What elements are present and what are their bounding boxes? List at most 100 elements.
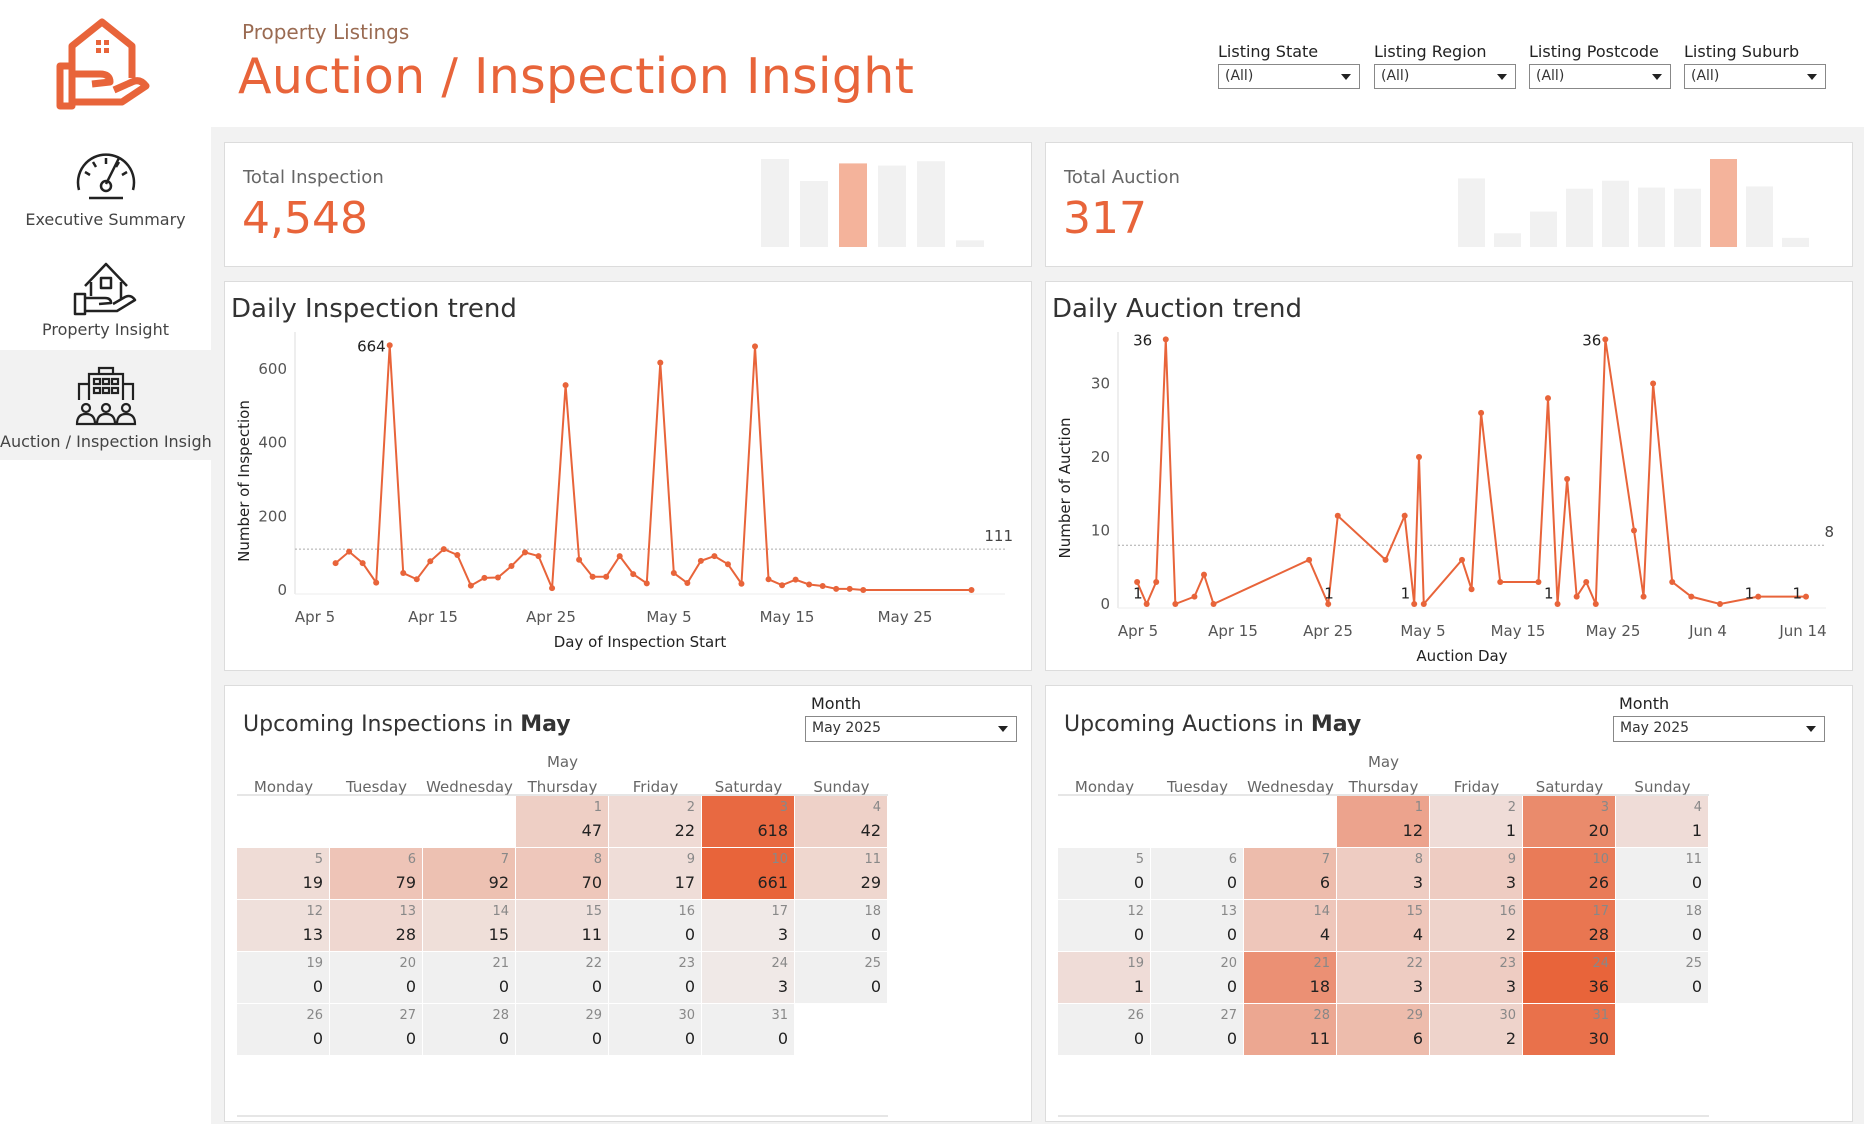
data-point[interactable]: [765, 576, 772, 583]
sparkline-bar: [1566, 188, 1593, 247]
data-point[interactable]: [1631, 527, 1637, 534]
data-point[interactable]: [1416, 453, 1422, 460]
data-point[interactable]: [738, 580, 745, 587]
data-point[interactable]: [1153, 578, 1160, 585]
listing-region-select[interactable]: (All): [1374, 64, 1516, 89]
data-point[interactable]: [1162, 336, 1169, 343]
calendar-day-number: 3: [780, 800, 788, 815]
calendar-day-value: 92: [489, 873, 509, 892]
data-point[interactable]: [1401, 512, 1408, 519]
data-point[interactable]: [752, 343, 758, 350]
data-point[interactable]: [413, 576, 420, 583]
data-point[interactable]: [1602, 336, 1609, 343]
data-point[interactable]: [1640, 593, 1647, 600]
data-point[interactable]: [968, 587, 975, 593]
data-point[interactable]: [630, 571, 637, 578]
data-point[interactable]: [846, 585, 853, 592]
data-point[interactable]: [860, 587, 867, 593]
data-point[interactable]: [806, 581, 813, 588]
data-point[interactable]: [1306, 556, 1313, 563]
calendar-day-number: 19: [1127, 956, 1144, 971]
data-point[interactable]: [1803, 593, 1809, 600]
data-point[interactable]: [589, 573, 596, 580]
data-point[interactable]: [535, 553, 542, 560]
data-point[interactable]: [467, 582, 474, 589]
data-point[interactable]: [1583, 578, 1590, 585]
data-point[interactable]: [576, 556, 583, 563]
data-point[interactable]: [1478, 409, 1485, 416]
data-point[interactable]: [833, 585, 840, 592]
data-point[interactable]: [1573, 593, 1580, 600]
inspection-month-select[interactable]: May 2025: [805, 716, 1017, 742]
data-point[interactable]: [657, 359, 664, 366]
data-point[interactable]: [549, 585, 556, 592]
nav-label: Auction / Inspection Insight: [0, 432, 219, 451]
data-point[interactable]: [481, 574, 488, 581]
calendar-day-number: 15: [1406, 904, 1423, 919]
data-point[interactable]: [359, 560, 366, 567]
data-point[interactable]: [819, 582, 826, 589]
data-point[interactable]: [440, 546, 447, 553]
nav-item-property-insight[interactable]: Property Insight: [0, 256, 211, 346]
data-point[interactable]: [711, 553, 718, 560]
data-point[interactable]: [1468, 586, 1475, 593]
data-point[interactable]: [1688, 593, 1695, 600]
data-point[interactable]: [494, 574, 501, 581]
weekday-label: Tuesday: [345, 778, 407, 796]
data-point[interactable]: [616, 553, 623, 560]
data-point[interactable]: [1411, 601, 1418, 607]
data-point[interactable]: [603, 573, 610, 580]
calendar-day-value: 47: [582, 821, 602, 840]
data-point[interactable]: [373, 579, 380, 586]
data-point[interactable]: [1650, 380, 1657, 387]
data-point[interactable]: [792, 576, 799, 583]
data-point[interactable]: [1210, 601, 1217, 607]
data-point[interactable]: [1535, 578, 1542, 585]
calendar-day-number: 24: [771, 956, 788, 971]
data-label: 36: [1582, 331, 1601, 349]
data-point[interactable]: [1420, 601, 1427, 607]
data-point[interactable]: [1191, 593, 1198, 600]
data-point[interactable]: [643, 580, 650, 587]
data-point[interactable]: [508, 563, 515, 570]
data-point[interactable]: [1459, 556, 1465, 563]
data-point[interactable]: [1554, 601, 1561, 607]
data-point[interactable]: [779, 582, 786, 589]
auction-month-select[interactable]: May 2025: [1613, 716, 1825, 742]
listing-suburb-select[interactable]: (All): [1684, 64, 1826, 89]
nav-item-auction-inspection-insight[interactable]: Auction / Inspection Insight: [0, 350, 219, 460]
calendar-day-value: 70: [582, 873, 602, 892]
data-point[interactable]: [1143, 601, 1150, 607]
data-point[interactable]: [1545, 395, 1551, 402]
calendar-day-number: 3: [1601, 800, 1609, 815]
listing-postcode-select[interactable]: (All): [1529, 64, 1671, 89]
data-point[interactable]: [697, 557, 704, 564]
data-point[interactable]: [1382, 556, 1389, 563]
data-point[interactable]: [332, 560, 339, 567]
data-point[interactable]: [454, 551, 461, 558]
data-point[interactable]: [427, 558, 434, 565]
listing-state-select[interactable]: (All): [1218, 64, 1360, 89]
calendar-day-value: 0: [871, 977, 881, 996]
data-point[interactable]: [1172, 601, 1179, 607]
data-point[interactable]: [670, 570, 677, 577]
data-point[interactable]: [1669, 578, 1676, 585]
data-point[interactable]: [1334, 512, 1341, 519]
data-point[interactable]: [1755, 593, 1762, 600]
data-point[interactable]: [1497, 578, 1504, 585]
data-point[interactable]: [1564, 476, 1571, 483]
filter-label: Month: [1619, 694, 1670, 713]
data-point[interactable]: [724, 561, 731, 568]
data-point[interactable]: [1201, 571, 1207, 578]
data-point[interactable]: [1592, 601, 1599, 607]
data-point[interactable]: [522, 549, 528, 556]
data-point[interactable]: [562, 382, 569, 389]
select-value: May 2025: [1620, 720, 1690, 736]
nav-item-executive-summary[interactable]: Executive Summary: [0, 146, 211, 236]
data-point[interactable]: [684, 579, 691, 586]
data-point[interactable]: [386, 342, 393, 349]
data-point[interactable]: [400, 570, 407, 577]
data-point[interactable]: [346, 548, 353, 555]
data-point[interactable]: [1717, 601, 1723, 607]
calendar-title: Upcoming Inspections in May: [243, 712, 571, 737]
